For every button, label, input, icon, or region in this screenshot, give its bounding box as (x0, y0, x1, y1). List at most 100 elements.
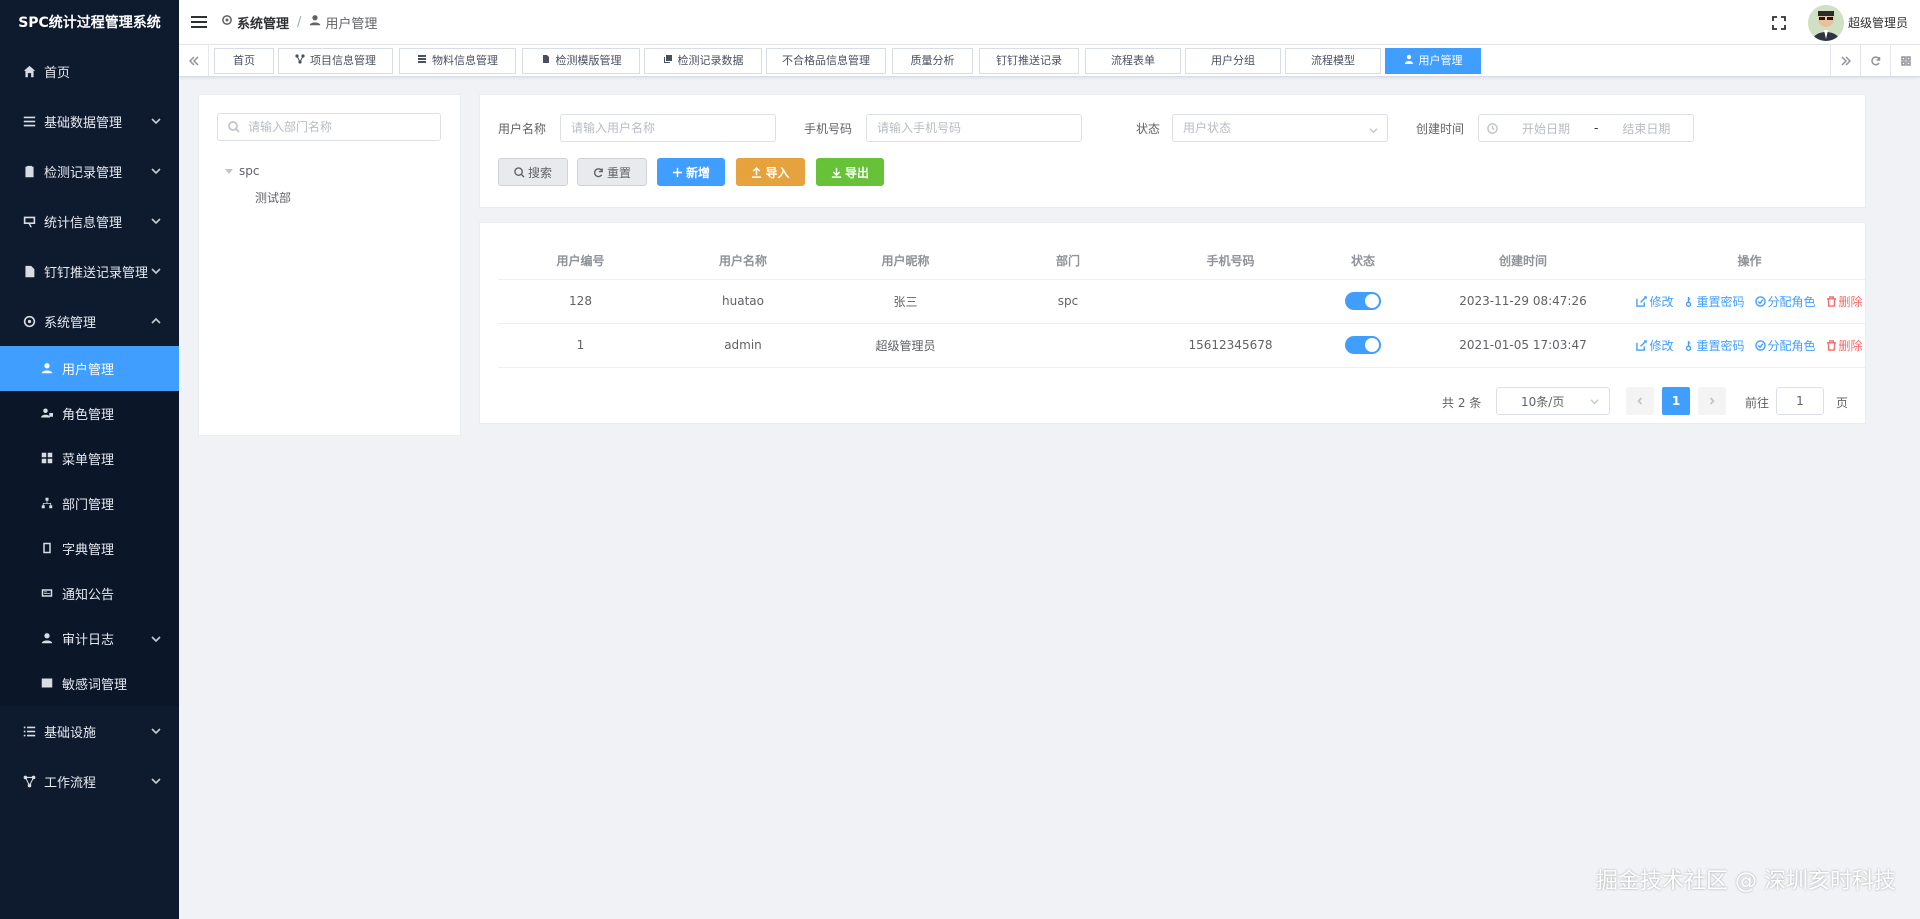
tag-label: 钉钉推送记录 (996, 54, 1062, 67)
page-number-current[interactable]: 1 (1662, 387, 1690, 415)
tag-flow-model[interactable]: 流程模型 (1285, 48, 1381, 74)
tag-template[interactable]: 检测模版管理 (522, 48, 640, 74)
delete-button[interactable]: 删除 (1826, 293, 1863, 310)
column-header[interactable]: 用户昵称 (823, 243, 988, 280)
chevron-down-icon (151, 725, 161, 735)
start-date-input[interactable]: 开始日期 (1522, 120, 1570, 137)
sidebar-item-infrastructure[interactable]: 基础设施 (0, 706, 179, 756)
sidebar-item-home[interactable]: 首页 (0, 46, 179, 96)
fullscreen-icon[interactable] (1772, 15, 1786, 30)
username[interactable]: 超级管理员 (1848, 14, 1908, 31)
sidebar-subitem-sensitive-words[interactable]: 敏感词管理 (0, 661, 179, 706)
table-row[interactable]: 1 admin 超级管理员 15612345678 2021-01-05 17:… (498, 323, 1866, 368)
goto-page-input[interactable]: 1 (1776, 387, 1824, 415)
cell-nickname: 张三 (823, 279, 988, 324)
column-header[interactable]: 状态 (1313, 243, 1413, 280)
page-size-select[interactable]: 10条/页 (1496, 387, 1610, 415)
top-header: 系统管理 / 用户管理 超级管理员 (179, 0, 1920, 45)
prev-page-button[interactable] (1626, 387, 1654, 415)
dept-tree-panel: spc 测试部 (198, 94, 461, 436)
status-input[interactable] (1173, 121, 1387, 135)
delete-button[interactable]: 删除 (1826, 337, 1863, 354)
search-button[interactable]: 搜索 (498, 158, 568, 186)
column-header[interactable]: 创建时间 (1413, 243, 1633, 280)
phone-label: 手机号码 (804, 122, 853, 136)
tags-scroll-right[interactable] (1830, 45, 1860, 76)
tag-label: 流程模型 (1311, 54, 1355, 67)
tag-label: 首页 (233, 54, 255, 67)
username-input[interactable] (561, 121, 775, 135)
tag-inspection-data[interactable]: 检测记录数据 (644, 48, 762, 74)
sidebar-subitem-dict-management[interactable]: 字典管理 (0, 526, 179, 571)
sidebar-subitem-role-management[interactable]: 角色管理 (0, 391, 179, 436)
edit-button[interactable]: 修改 (1636, 337, 1673, 354)
tag-dingtalk-record[interactable]: 钉钉推送记录 (979, 48, 1079, 74)
phone-input[interactable] (867, 121, 1081, 135)
caret-down-icon[interactable] (225, 168, 233, 174)
sidebar-subitem-menu-management[interactable]: 菜单管理 (0, 436, 179, 481)
sidebar-item-workflow[interactable]: 工作流程 (0, 756, 179, 806)
end-date-input[interactable]: 结束日期 (1622, 120, 1670, 137)
sidebar-subitem-notice[interactable]: 通知公告 (0, 571, 179, 616)
tag-user-management[interactable]: 用户管理 (1385, 48, 1481, 74)
tags-scroll-left[interactable] (179, 45, 209, 76)
column-header[interactable]: 部门 (988, 243, 1148, 280)
dept-search-field[interactable] (217, 113, 441, 141)
table-row[interactable]: 128 huatao 张三 spc 2023-11-29 08:47:26 修改… (498, 279, 1866, 324)
status-toggle[interactable] (1345, 292, 1381, 310)
refresh-icon (593, 167, 603, 177)
sidebar-subitem-user-management[interactable]: 用户管理 (0, 346, 179, 391)
import-button[interactable]: 导入 (736, 158, 805, 186)
breadcrumb-item-system[interactable]: 系统管理 (237, 13, 289, 32)
date-range-picker[interactable]: 开始日期 - 结束日期 (1478, 114, 1694, 142)
refresh-icon (1870, 55, 1880, 65)
phone-field[interactable] (866, 114, 1082, 142)
sidebar-item-label: 首页 (44, 65, 71, 81)
edit-button[interactable]: 修改 (1636, 293, 1673, 310)
cell-user-id: 1 (498, 323, 663, 368)
sidebar-item-label: 系统管理 (44, 315, 97, 331)
refresh-button[interactable] (1860, 45, 1890, 76)
status-select[interactable] (1172, 114, 1388, 142)
cell-username: admin (663, 323, 823, 368)
sidebar-item-dingtalk[interactable]: 钉钉推送记录管理 (0, 246, 179, 296)
key-icon (1686, 340, 1692, 351)
dept-search-input[interactable] (248, 120, 428, 134)
column-header[interactable]: 用户编号 (498, 243, 663, 280)
cell-user-id: 128 (498, 279, 663, 324)
sidebar-subitem-audit-log[interactable]: 审计日志 (0, 616, 179, 661)
reset-password-button[interactable]: 重置密码 (1683, 293, 1745, 310)
tag-nonconforming[interactable]: 不合格品信息管理 (766, 48, 886, 74)
sidebar-subitem-dept-management[interactable]: 部门管理 (0, 481, 179, 526)
sidebar-item-system[interactable]: 系统管理 (0, 296, 179, 346)
sidebar: SPC统计过程管理系统 首页 基础数据管理 检测记录管理 统计信息管理 钉钉推送… (0, 0, 179, 919)
assign-role-button[interactable]: 分配角色 (1754, 293, 1816, 310)
column-header[interactable]: 用户名称 (663, 243, 823, 280)
tree-node-child[interactable]: 测试部 (255, 189, 291, 206)
column-header[interactable]: 手机号码 (1148, 243, 1313, 280)
assign-role-button[interactable]: 分配角色 (1754, 337, 1816, 354)
add-user-button[interactable]: 新增 (657, 158, 725, 186)
sidebar-item-statistics[interactable]: 统计信息管理 (0, 196, 179, 246)
tree-node-root[interactable]: spc (225, 164, 259, 178)
tag-project-info[interactable]: 项目信息管理 (278, 48, 393, 74)
stack-icon (417, 49, 432, 73)
sidebar-item-label: 角色管理 (62, 408, 115, 423)
hamburger-icon[interactable] (191, 15, 207, 29)
tag-label: 不合格品信息管理 (782, 54, 870, 67)
sidebar-item-inspection[interactable]: 检测记录管理 (0, 146, 179, 196)
tags-menu-button[interactable] (1890, 45, 1920, 76)
tag-material-info[interactable]: 物料信息管理 (399, 48, 516, 74)
reset-password-button[interactable]: 重置密码 (1683, 337, 1745, 354)
sidebar-item-basic-data[interactable]: 基础数据管理 (0, 96, 179, 146)
status-toggle[interactable] (1345, 336, 1381, 354)
next-page-button[interactable] (1698, 387, 1726, 415)
username-field[interactable] (560, 114, 776, 142)
avatar[interactable] (1807, 4, 1844, 41)
tag-quality-analysis[interactable]: 质量分析 (892, 48, 973, 74)
reset-button[interactable]: 重置 (577, 158, 647, 186)
tag-flow-form[interactable]: 流程表单 (1085, 48, 1181, 74)
tag-user-group[interactable]: 用户分组 (1185, 48, 1281, 74)
tag-home[interactable]: 首页 (214, 48, 274, 74)
export-button[interactable]: 导出 (816, 158, 884, 186)
